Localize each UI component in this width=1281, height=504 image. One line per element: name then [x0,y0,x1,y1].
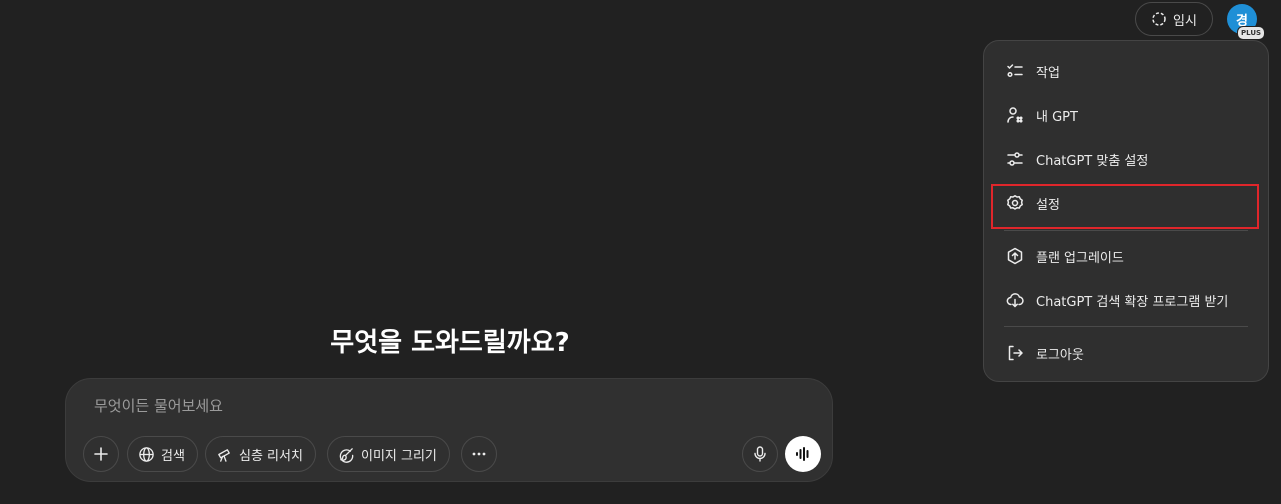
plus-icon [94,447,108,461]
voice-waveform-icon [796,447,809,461]
logout-icon [1008,345,1023,361]
settings-highlight-box [991,184,1259,229]
chat-app: 임시 경 PLUS 작업 내 GPT ChatGPT 맞춤 설정 설정 플랜 업… [0,0,1281,504]
sliders-icon [1007,152,1023,166]
dashed-chat-icon [1152,12,1166,26]
menu-item-upgrade[interactable]: 플랜 업그레이드 [992,236,1260,276]
microphone-icon [754,446,766,462]
temporary-chat-button[interactable]: 임시 [1135,2,1213,36]
plan-badge: PLUS [1237,26,1266,40]
attach-button[interactable] [83,436,119,472]
menu-item-tasks[interactable]: 작업 [992,51,1260,91]
my-gpt-icon [1007,107,1023,123]
menu-item-label: 플랜 업그레이드 [1036,250,1124,266]
paint-icon [339,447,354,463]
globe-icon [139,446,154,462]
menu-divider [1004,326,1248,327]
voice-mode-button[interactable] [785,436,821,472]
menu-item-label: 작업 [1036,65,1060,81]
search-tool-button[interactable]: 검색 [127,436,198,472]
image-tool-button[interactable]: 이미지 그리기 [327,436,450,472]
dictation-button[interactable] [742,436,778,472]
deep-research-button[interactable]: 심층 리서치 [205,436,316,472]
telescope-icon [218,448,230,462]
more-tools-button[interactable] [461,436,497,472]
upgrade-icon [1007,247,1023,265]
menu-item-label: ChatGPT 검색 확장 프로그램 받기 [1036,294,1229,310]
menu-item-customize[interactable]: ChatGPT 맞춤 설정 [992,139,1260,179]
image-tool-label: 이미지 그리기 [361,448,437,464]
menu-item-extension[interactable]: ChatGPT 검색 확장 프로그램 받기 [992,280,1260,320]
menu-item-my-gpt[interactable]: 내 GPT [992,95,1260,135]
deep-research-label: 심층 리서치 [239,448,303,464]
menu-item-logout[interactable]: 로그아웃 [992,333,1260,373]
menu-item-label: 로그아웃 [1036,347,1084,363]
page-title: 무엇을 도와드릴까요? [330,328,570,358]
more-icon [472,452,486,456]
menu-divider [1004,230,1248,231]
extension-icon [1006,293,1024,308]
menu-item-label: ChatGPT 맞춤 설정 [1036,153,1149,169]
account-menu: 작업 내 GPT ChatGPT 맞춤 설정 설정 플랜 업그레이드 ChatG… [983,40,1269,382]
tasks-icon [1007,64,1023,78]
search-tool-label: 검색 [161,448,185,464]
menu-item-label: 내 GPT [1036,109,1078,125]
temporary-chat-label: 임시 [1173,13,1197,29]
composer: 검색 심층 리서치 이미지 그리기 [65,378,833,482]
prompt-input[interactable] [94,397,734,415]
